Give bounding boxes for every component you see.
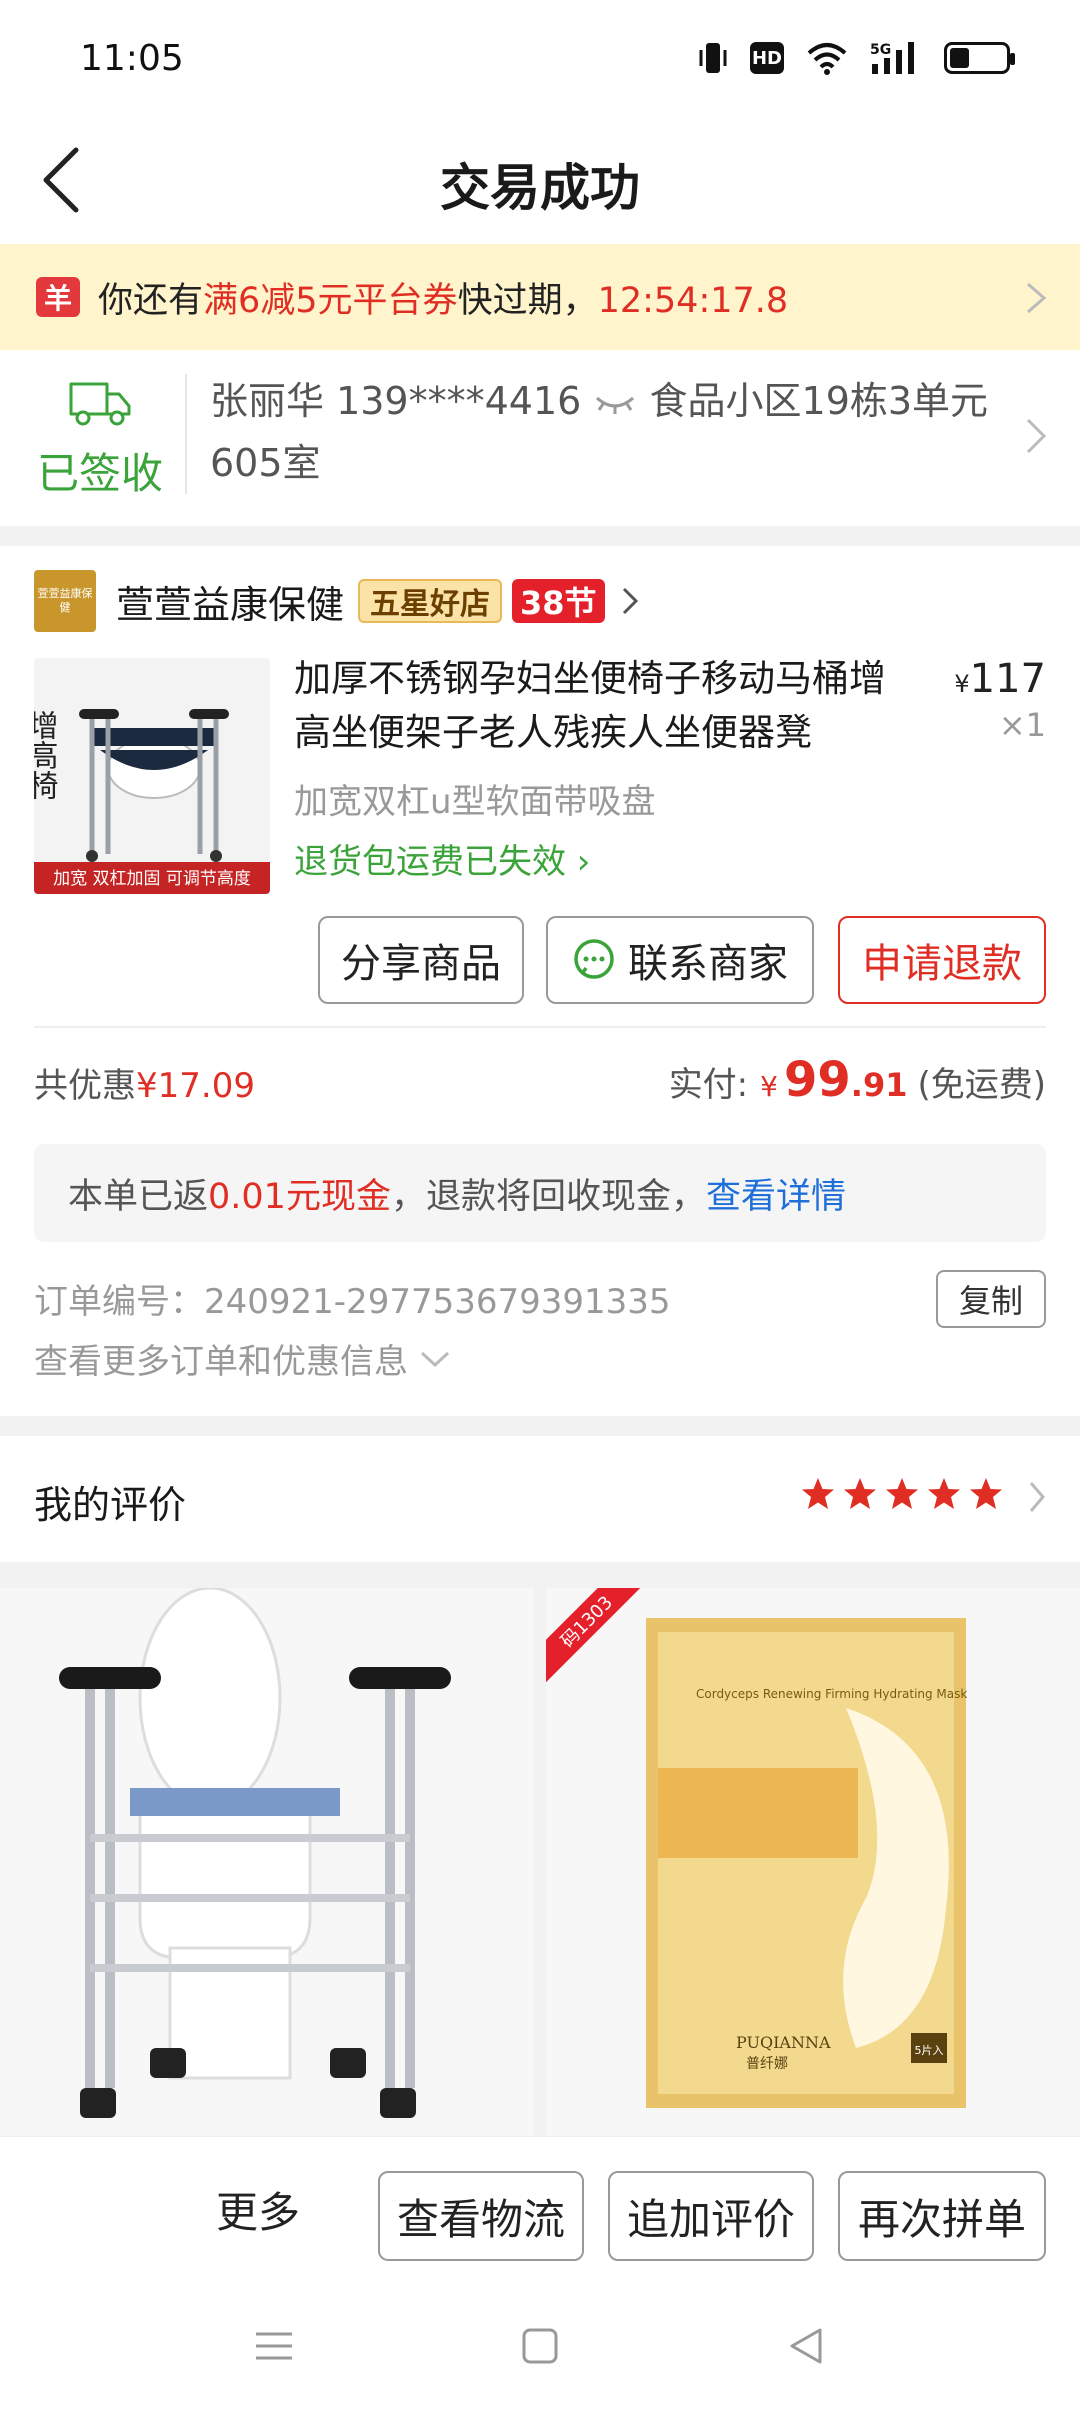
order-info: 订单编号：240921-297753679391335 复制 查看更多订单和优惠…: [0, 1246, 1080, 1416]
copy-button[interactable]: 复制: [936, 1270, 1046, 1328]
order-number: 订单编号：240921-297753679391335: [34, 1282, 671, 1322]
menu-icon[interactable]: [250, 2322, 298, 2370]
discount-summary: 共优惠¥17.09: [34, 1066, 255, 1106]
coupon-banner[interactable]: 羊 你还有满6减5元平台券快过期，12:54:17.8: [0, 244, 1080, 350]
request-refund-button[interactable]: 申请退款: [838, 916, 1046, 1004]
back-icon[interactable]: [782, 2322, 830, 2370]
hd-icon: HD: [750, 40, 784, 76]
contact-label: 联系商家: [628, 941, 788, 987]
chevron-right-icon: [622, 587, 638, 615]
status-icons: HD 5G: [698, 40, 1015, 76]
my-review[interactable]: 我的评价: [0, 1436, 1080, 1562]
recommendation-grid: Cordyceps Renewing Firming Hydrating Mas…: [0, 1588, 1080, 2136]
header: 交易成功: [0, 120, 1080, 244]
svg-text:Cordyceps Renewing Firming Hyd: Cordyceps Renewing Firming Hydrating Mas…: [696, 1687, 967, 1701]
product-price: ¥117: [954, 656, 1046, 702]
vibrate-icon: [698, 40, 728, 76]
return-shipping-status[interactable]: 退货包运费已失效 ›: [294, 834, 590, 883]
signal-icon: 5G: [870, 40, 922, 76]
star-icon: [802, 1478, 834, 1509]
coupon-prefix: 你还有: [98, 280, 204, 321]
review-title: 我的评价: [34, 1483, 187, 1527]
festival-badge: 38节: [512, 579, 605, 623]
bottom-action-bar: 更多 查看物流 追加评价 再次拼单: [0, 2136, 1080, 2286]
section-gap: [0, 526, 1080, 546]
toilet-chair-image: 增高椅 加宽 双杠加固 可调节高度: [34, 658, 270, 894]
chevron-right-icon: [1026, 418, 1047, 454]
shipping-status: 已签收: [30, 374, 170, 501]
shop-row[interactable]: 萱萱益康保健 萱萱益康保健 五星好店 38节: [34, 570, 639, 632]
recommendation-card[interactable]: Cordyceps Renewing Firming Hydrating Mas…: [546, 1588, 1080, 2136]
svg-text:5片入: 5片入: [915, 2044, 944, 2057]
more-button[interactable]: 更多: [216, 2179, 300, 2240]
product-title[interactable]: 加厚不锈钢孕妇坐便椅子移动马桶增高坐便架子老人残疾人坐便器凳: [294, 652, 914, 760]
face-mask-product-image: Cordyceps Renewing Firming Hydrating Mas…: [546, 1588, 1080, 2136]
chevron-right-icon: [1027, 282, 1047, 314]
coupon-suffix: 快过期，: [457, 280, 598, 321]
view-details-link[interactable]: 查看详情: [706, 1168, 846, 1219]
eye-closed-icon[interactable]: [593, 394, 637, 414]
paid-summary: 实付: ¥ 99 .91 (免运费): [668, 1052, 1046, 1108]
order-card: 萱萱益康保健 萱萱益康保健 五星好店 38节 增高椅 加宽 双杠加固 可调节高度…: [0, 546, 1080, 1246]
coupon-countdown: 12:54:17.8: [597, 280, 789, 321]
coupon-icon: 羊: [36, 277, 80, 317]
product-spec: 加宽双杠u型软面带吸盘: [294, 782, 656, 822]
divider: [34, 1026, 1046, 1028]
recommendation-card[interactable]: [0, 1588, 534, 2136]
star-icon: [970, 1478, 1002, 1509]
more-order-info[interactable]: 查看更多订单和优惠信息: [34, 1334, 452, 1383]
star-icon: [844, 1478, 876, 1509]
svg-text:5G: 5G: [870, 42, 891, 58]
cash-back-notice: 本单已返 0.01元现金 ，退款将回收现金， 查看详情: [34, 1144, 1046, 1242]
svg-text:PUQIANNA: PUQIANNA: [736, 2033, 831, 2052]
contact-merchant-button[interactable]: 联系商家: [546, 916, 814, 1004]
home-icon[interactable]: [516, 2322, 564, 2370]
reorder-button[interactable]: 再次拼单: [838, 2171, 1046, 2261]
toilet-chair-product-image: [0, 1588, 534, 2136]
coupon-text: 你还有满6减5元平台券快过期，12:54:17.8: [98, 272, 788, 323]
star-icon: [928, 1478, 960, 1509]
recipient: 张丽华 139****4416: [210, 379, 582, 423]
svg-text:普纤娜: 普纤娜: [746, 2056, 788, 2072]
status-bar: 11:05 HD 5G: [0, 0, 1080, 120]
shop-logo: 萱萱益康保健: [34, 570, 96, 632]
coupon-name: 满6减5元平台券: [203, 280, 458, 321]
chevron-down-icon: [420, 1351, 450, 1367]
section-gap: [0, 1562, 1080, 1588]
svg-text:增高椅: 增高椅: [34, 710, 59, 800]
chat-icon: [574, 939, 614, 979]
svg-text:加宽 双杠加固 可调节高度: 加宽 双杠加固 可调节高度: [53, 869, 251, 889]
add-review-button[interactable]: 追加评价: [608, 2171, 814, 2261]
signed-label: 已签收: [36, 449, 163, 498]
view-logistics-button[interactable]: 查看物流: [378, 2171, 584, 2261]
truck-icon: [69, 382, 131, 426]
address-text: 张丽华 139****4416 食品小区19栋3单元605室: [210, 370, 1010, 494]
battery-icon: [944, 40, 1015, 76]
five-star-badge: 五星好店: [358, 579, 503, 623]
rating-stars: [800, 1476, 1004, 1512]
page-title: 交易成功: [440, 159, 640, 217]
shipping-address[interactable]: 已签收 张丽华 139****4416 食品小区19栋3单元605室: [0, 350, 1080, 526]
system-nav-bar: [0, 2286, 1080, 2412]
product-image[interactable]: 增高椅 加宽 双杠加固 可调节高度: [34, 658, 270, 894]
shop-name: 萱萱益康保健: [116, 582, 345, 627]
share-product-button[interactable]: 分享商品: [318, 916, 524, 1004]
status-time: 11:05: [80, 38, 184, 79]
star-icon: [886, 1478, 918, 1509]
product-quantity: ×1: [998, 706, 1046, 744]
wifi-icon: [806, 40, 848, 76]
divider: [185, 374, 187, 494]
section-gap: [0, 1416, 1080, 1436]
chevron-right-icon: [1029, 1482, 1045, 1512]
